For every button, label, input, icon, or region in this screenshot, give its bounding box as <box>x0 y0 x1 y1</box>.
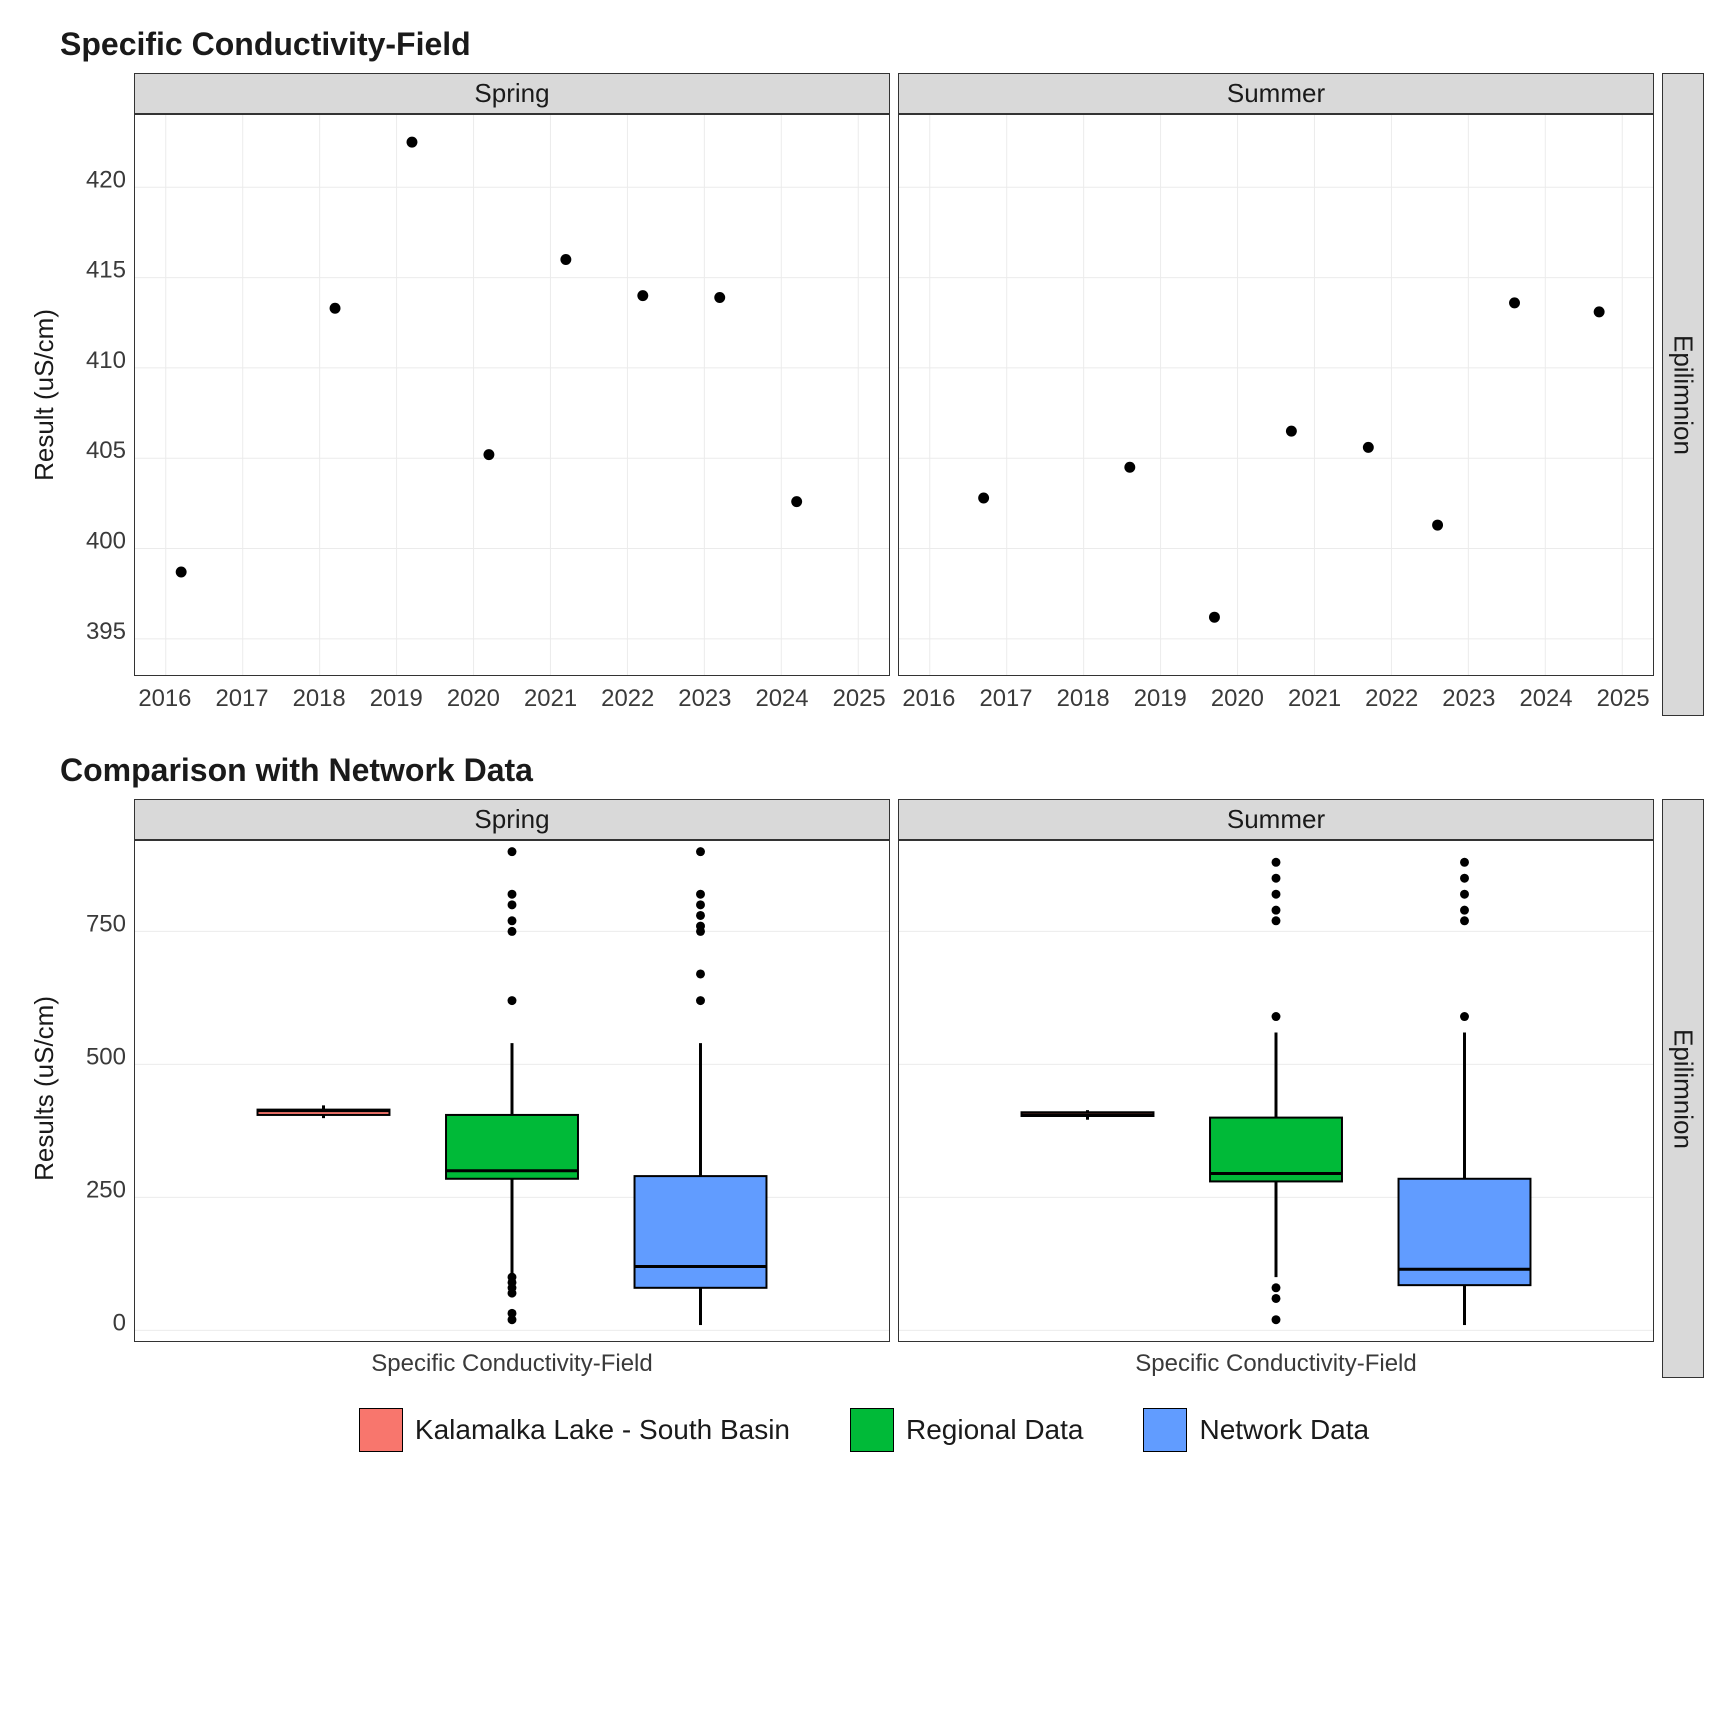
svg-text:2025: 2025 <box>833 685 886 712</box>
swatch-blue <box>1143 1408 1187 1452</box>
strip-right-label-1: Epilimnion <box>1668 335 1699 455</box>
svg-text:2021: 2021 <box>1288 685 1341 712</box>
svg-text:2020: 2020 <box>1211 685 1264 712</box>
svg-text:420: 420 <box>86 166 126 193</box>
legend-label-regional: Regional Data <box>906 1414 1083 1446</box>
chart1-xticks-spring: 2016 2017 2018 2019 2020 2021 2022 2023 2024 2025 <box>134 676 890 716</box>
legend-label-network: Network Data <box>1199 1414 1369 1446</box>
facet-strip-summer: Summer <box>898 73 1654 114</box>
svg-text:2024: 2024 <box>1519 685 1572 712</box>
chart2-facet-summer: Summer Specific Conductivity-Field <box>898 799 1654 1378</box>
chart2-panel-spring <box>135 841 889 1341</box>
svg-text:2017: 2017 <box>979 685 1032 712</box>
legend-item-network: Network Data <box>1143 1408 1369 1452</box>
svg-text:2016: 2016 <box>902 685 955 712</box>
svg-text:395: 395 <box>86 618 126 645</box>
chart1-y-ticks: 395 400 405 410 415 420 <box>64 73 134 693</box>
chart1-facet-summer: Summer 201620172018201920202021202220232… <box>898 73 1654 716</box>
page: { "chart_data": [ { "type": "scatter", "… <box>0 0 1728 1728</box>
facet-strip-right-2: Epilimnion <box>1662 799 1704 1378</box>
chart1-xticks-summer: 2016 2017 2018 2019 2020 2021 2022 2023 2024 2025 <box>898 676 1654 716</box>
legend: Kalamalka Lake - South Basin Regional Da… <box>24 1408 1704 1452</box>
svg-text:2024: 2024 <box>755 685 808 712</box>
chart1-title: Specific Conductivity-Field <box>60 26 1704 63</box>
chart2-title: Comparison with Network Data <box>60 752 1704 789</box>
legend-item-regional: Regional Data <box>850 1408 1083 1452</box>
chart2-panel-summer <box>899 841 1653 1341</box>
chart2-xlabel-spring: Specific Conductivity-Field <box>134 1342 890 1378</box>
facet-strip-spring: Spring <box>134 73 890 114</box>
swatch-green <box>850 1408 894 1452</box>
svg-text:2023: 2023 <box>678 685 731 712</box>
svg-text:2025: 2025 <box>1597 685 1650 712</box>
svg-text:410: 410 <box>86 347 126 374</box>
svg-text:2020: 2020 <box>447 685 500 712</box>
svg-text:2022: 2022 <box>601 685 654 712</box>
svg-text:250: 250 <box>86 1176 126 1203</box>
svg-text:2019: 2019 <box>1134 685 1187 712</box>
chart1-ylabel: Result (uS/cm) <box>29 309 60 481</box>
facet-strip-spring-2: Spring <box>134 799 890 840</box>
svg-text:415: 415 <box>86 257 126 284</box>
svg-text:2017: 2017 <box>215 685 268 712</box>
svg-text:2019: 2019 <box>370 685 423 712</box>
facet-strip-right-1: Epilimnion <box>1662 73 1704 716</box>
svg-text:2016: 2016 <box>138 685 191 712</box>
svg-text:2018: 2018 <box>293 685 346 712</box>
svg-text:405: 405 <box>86 437 126 464</box>
svg-text:500: 500 <box>86 1043 126 1070</box>
svg-text:0: 0 <box>113 1309 126 1336</box>
legend-label-lake: Kalamalka Lake - South Basin <box>415 1414 790 1446</box>
chart2-ylabel: Results (uS/cm) <box>29 996 60 1181</box>
chart2-facet-spring: Spring Specific Conductivity-Field <box>134 799 890 1378</box>
svg-text:400: 400 <box>86 528 126 555</box>
legend-item-lake: Kalamalka Lake - South Basin <box>359 1408 790 1452</box>
chart1-panel-summer <box>899 115 1653 675</box>
chart2-y-ticks: 0 250 500 750 <box>64 799 134 1359</box>
facet-strip-summer-2: Summer <box>898 799 1654 840</box>
svg-text:2018: 2018 <box>1057 685 1110 712</box>
svg-text:750: 750 <box>86 910 126 937</box>
chart1-panel-spring <box>135 115 889 675</box>
chart2-xlabel-summer: Specific Conductivity-Field <box>898 1342 1654 1378</box>
swatch-red <box>359 1408 403 1452</box>
strip-right-label-2: Epilimnion <box>1668 1029 1699 1149</box>
svg-text:2023: 2023 <box>1442 685 1495 712</box>
svg-text:2021: 2021 <box>524 685 577 712</box>
svg-text:2022: 2022 <box>1365 685 1418 712</box>
chart1-facet-spring: Spring 201620172018201920202021202220232… <box>134 73 890 716</box>
